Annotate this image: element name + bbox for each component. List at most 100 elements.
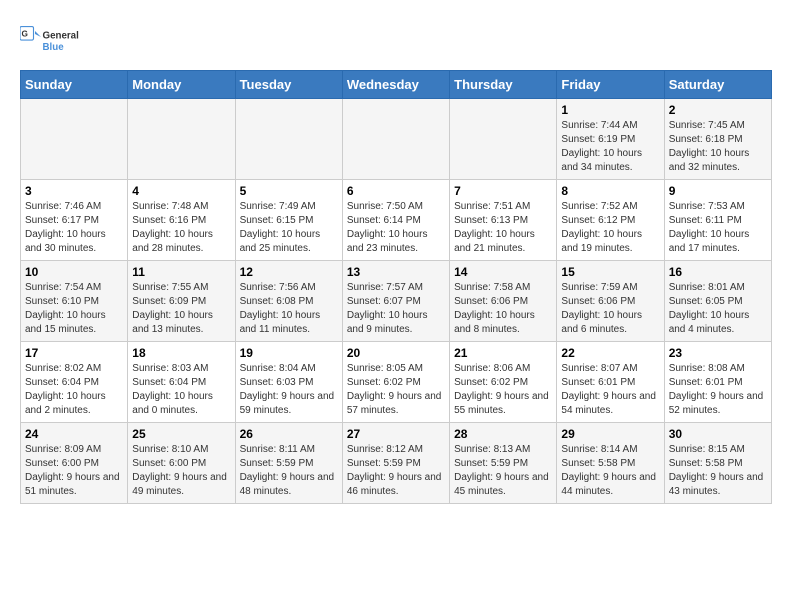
day-number: 14 <box>454 265 552 279</box>
calendar-cell: 27 Sunrise: 8:12 AMSunset: 5:59 PMDayligh… <box>342 423 449 504</box>
day-info: Sunrise: 7:49 AMSunset: 6:15 PMDaylight:… <box>240 200 338 256</box>
weekday-header: Sunday <box>21 71 128 99</box>
weekday-header: Saturday <box>664 71 771 99</box>
day-number: 17 <box>25 346 123 360</box>
weekday-header: Wednesday <box>342 71 449 99</box>
calendar-cell: 26Sunrise: 8:11 AMSunset: 5:59 PMDayligh… <box>235 423 342 504</box>
calendar-table: SundayMondayTuesdayWednesdayThursdayFrid… <box>20 70 772 504</box>
day-number: 5 <box>240 184 338 198</box>
day-number: 4 <box>132 184 230 198</box>
day-number: 9 <box>669 184 767 198</box>
day-info: Sunrise: 7:53 AMSunset: 6:11 PMDaylight:… <box>669 200 767 256</box>
calendar-cell: 4 Sunrise: 7:48 AMSunset: 6:16 PMDaylight… <box>128 180 235 261</box>
day-info: Sunrise: 7:54 AMSunset: 6:10 PMDaylight:… <box>25 281 123 337</box>
day-info: Sunrise: 7:46 AMSunset: 6:17 PMDaylight:… <box>25 200 123 256</box>
day-info: Sunrise: 7:45 AMSunset: 6:18 PMDaylight:… <box>669 119 767 175</box>
calendar-cell: 16 Sunrise: 8:01 AMSunset: 6:05 PMDayligh… <box>664 261 771 342</box>
logo-svg: General Blue G <box>20 20 80 60</box>
weekday-header: Thursday <box>450 71 557 99</box>
day-info: Sunrise: 7:50 AMSunset: 6:14 PMDaylight:… <box>347 200 445 256</box>
calendar-cell: 14 Sunrise: 7:58 AMSunset: 6:06 PMDayligh… <box>450 261 557 342</box>
day-number: 3 <box>25 184 123 198</box>
day-info: Sunrise: 8:15 AMSunset: 5:58 PMDaylight:… <box>669 443 767 499</box>
day-info: Sunrise: 7:57 AMSunset: 6:07 PMDaylight:… <box>347 281 445 337</box>
calendar-cell <box>450 99 557 180</box>
calendar-cell: 25 Sunrise: 8:10 AMSunset: 6:00 PMDayligh… <box>128 423 235 504</box>
calendar-cell: 12 Sunrise: 7:56 AMSunset: 6:08 PMDayligh… <box>235 261 342 342</box>
calendar-cell: 24 Sunrise: 8:09 AMSunset: 6:00 PMDayligh… <box>21 423 128 504</box>
day-info: Sunrise: 8:01 AMSunset: 6:05 PMDaylight:… <box>669 281 767 337</box>
day-number: 2 <box>669 103 767 117</box>
calendar-header: SundayMondayTuesdayWednesdayThursdayFrid… <box>21 71 772 99</box>
calendar-cell <box>128 99 235 180</box>
day-number: 25 <box>132 427 230 441</box>
day-number: 20 <box>347 346 445 360</box>
day-number: 7 <box>454 184 552 198</box>
logo: General Blue G <box>20 20 80 60</box>
day-info: Sunrise: 8:09 AMSunset: 6:00 PMDaylight:… <box>25 443 123 499</box>
calendar-cell: 23Sunrise: 8:08 AMSunset: 6:01 PMDayligh… <box>664 342 771 423</box>
day-number: 18 <box>132 346 230 360</box>
day-info: Sunrise: 7:51 AMSunset: 6:13 PMDaylight:… <box>454 200 552 256</box>
calendar-cell: 18 Sunrise: 8:03 AMSunset: 6:04 PMDayligh… <box>128 342 235 423</box>
day-number: 28 <box>454 427 552 441</box>
day-info: Sunrise: 8:03 AMSunset: 6:04 PMDaylight:… <box>132 362 230 418</box>
day-info: Sunrise: 8:08 AMSunset: 6:01 PMDaylight:… <box>669 362 767 418</box>
calendar-cell: 28 Sunrise: 8:13 AMSunset: 5:59 PMDayligh… <box>450 423 557 504</box>
calendar-cell: 10 Sunrise: 7:54 AMSunset: 6:10 PMDayligh… <box>21 261 128 342</box>
calendar-cell: 2 Sunrise: 7:45 AMSunset: 6:18 PMDaylight… <box>664 99 771 180</box>
day-number: 11 <box>132 265 230 279</box>
day-info: Sunrise: 8:13 AMSunset: 5:59 PMDaylight:… <box>454 443 552 499</box>
day-number: 19 <box>240 346 338 360</box>
svg-text:General: General <box>43 31 80 42</box>
day-number: 27 <box>347 427 445 441</box>
day-number: 6 <box>347 184 445 198</box>
day-info: Sunrise: 8:12 AMSunset: 5:59 PMDaylight:… <box>347 443 445 499</box>
day-number: 29 <box>561 427 659 441</box>
calendar-cell: 5 Sunrise: 7:49 AMSunset: 6:15 PMDaylight… <box>235 180 342 261</box>
day-info: Sunrise: 8:07 AMSunset: 6:01 PMDaylight:… <box>561 362 659 418</box>
calendar-cell: 9 Sunrise: 7:53 AMSunset: 6:11 PMDaylight… <box>664 180 771 261</box>
day-number: 13 <box>347 265 445 279</box>
day-info: Sunrise: 8:14 AMSunset: 5:58 PMDaylight:… <box>561 443 659 499</box>
calendar-cell: 29 Sunrise: 8:14 AMSunset: 5:58 PMDayligh… <box>557 423 664 504</box>
calendar-cell: 8Sunrise: 7:52 AMSunset: 6:12 PMDaylight… <box>557 180 664 261</box>
calendar-cell: 30 Sunrise: 8:15 AMSunset: 5:58 PMDayligh… <box>664 423 771 504</box>
day-info: Sunrise: 7:55 AMSunset: 6:09 PMDaylight:… <box>132 281 230 337</box>
day-info: Sunrise: 7:44 AMSunset: 6:19 PMDaylight:… <box>561 119 659 175</box>
day-info: Sunrise: 7:56 AMSunset: 6:08 PMDaylight:… <box>240 281 338 337</box>
day-info: Sunrise: 8:04 AMSunset: 6:03 PMDaylight:… <box>240 362 338 418</box>
page-header: General Blue G <box>20 20 772 60</box>
calendar-cell <box>342 99 449 180</box>
weekday-header: Tuesday <box>235 71 342 99</box>
day-number: 10 <box>25 265 123 279</box>
day-info: Sunrise: 7:58 AMSunset: 6:06 PMDaylight:… <box>454 281 552 337</box>
calendar-cell: 13 Sunrise: 7:57 AMSunset: 6:07 PMDayligh… <box>342 261 449 342</box>
calendar-cell <box>235 99 342 180</box>
calendar-cell: 6 Sunrise: 7:50 AMSunset: 6:14 PMDaylight… <box>342 180 449 261</box>
day-info: Sunrise: 7:48 AMSunset: 6:16 PMDaylight:… <box>132 200 230 256</box>
calendar-cell: 15Sunrise: 7:59 AMSunset: 6:06 PMDayligh… <box>557 261 664 342</box>
day-number: 12 <box>240 265 338 279</box>
day-number: 30 <box>669 427 767 441</box>
day-number: 8 <box>561 184 659 198</box>
day-number: 24 <box>25 427 123 441</box>
day-number: 1 <box>561 103 659 117</box>
calendar-cell: 11 Sunrise: 7:55 AMSunset: 6:09 PMDayligh… <box>128 261 235 342</box>
day-info: Sunrise: 7:59 AMSunset: 6:06 PMDaylight:… <box>561 281 659 337</box>
day-number: 22 <box>561 346 659 360</box>
weekday-header: Friday <box>557 71 664 99</box>
day-number: 16 <box>669 265 767 279</box>
svg-text:G: G <box>22 29 28 38</box>
day-info: Sunrise: 8:11 AMSunset: 5:59 PMDaylight:… <box>240 443 338 499</box>
day-number: 21 <box>454 346 552 360</box>
svg-text:Blue: Blue <box>43 42 65 53</box>
calendar-cell: 20Sunrise: 8:05 AMSunset: 6:02 PMDayligh… <box>342 342 449 423</box>
calendar-cell: 21Sunrise: 8:06 AMSunset: 6:02 PMDayligh… <box>450 342 557 423</box>
weekday-header: Monday <box>128 71 235 99</box>
calendar-cell: 17Sunrise: 8:02 AMSunset: 6:04 PMDayligh… <box>21 342 128 423</box>
calendar-cell: 1 Sunrise: 7:44 AMSunset: 6:19 PMDaylight… <box>557 99 664 180</box>
calendar-cell: 19 Sunrise: 8:04 AMSunset: 6:03 PMDayligh… <box>235 342 342 423</box>
day-info: Sunrise: 8:10 AMSunset: 6:00 PMDaylight:… <box>132 443 230 499</box>
calendar-cell: 7 Sunrise: 7:51 AMSunset: 6:13 PMDaylight… <box>450 180 557 261</box>
